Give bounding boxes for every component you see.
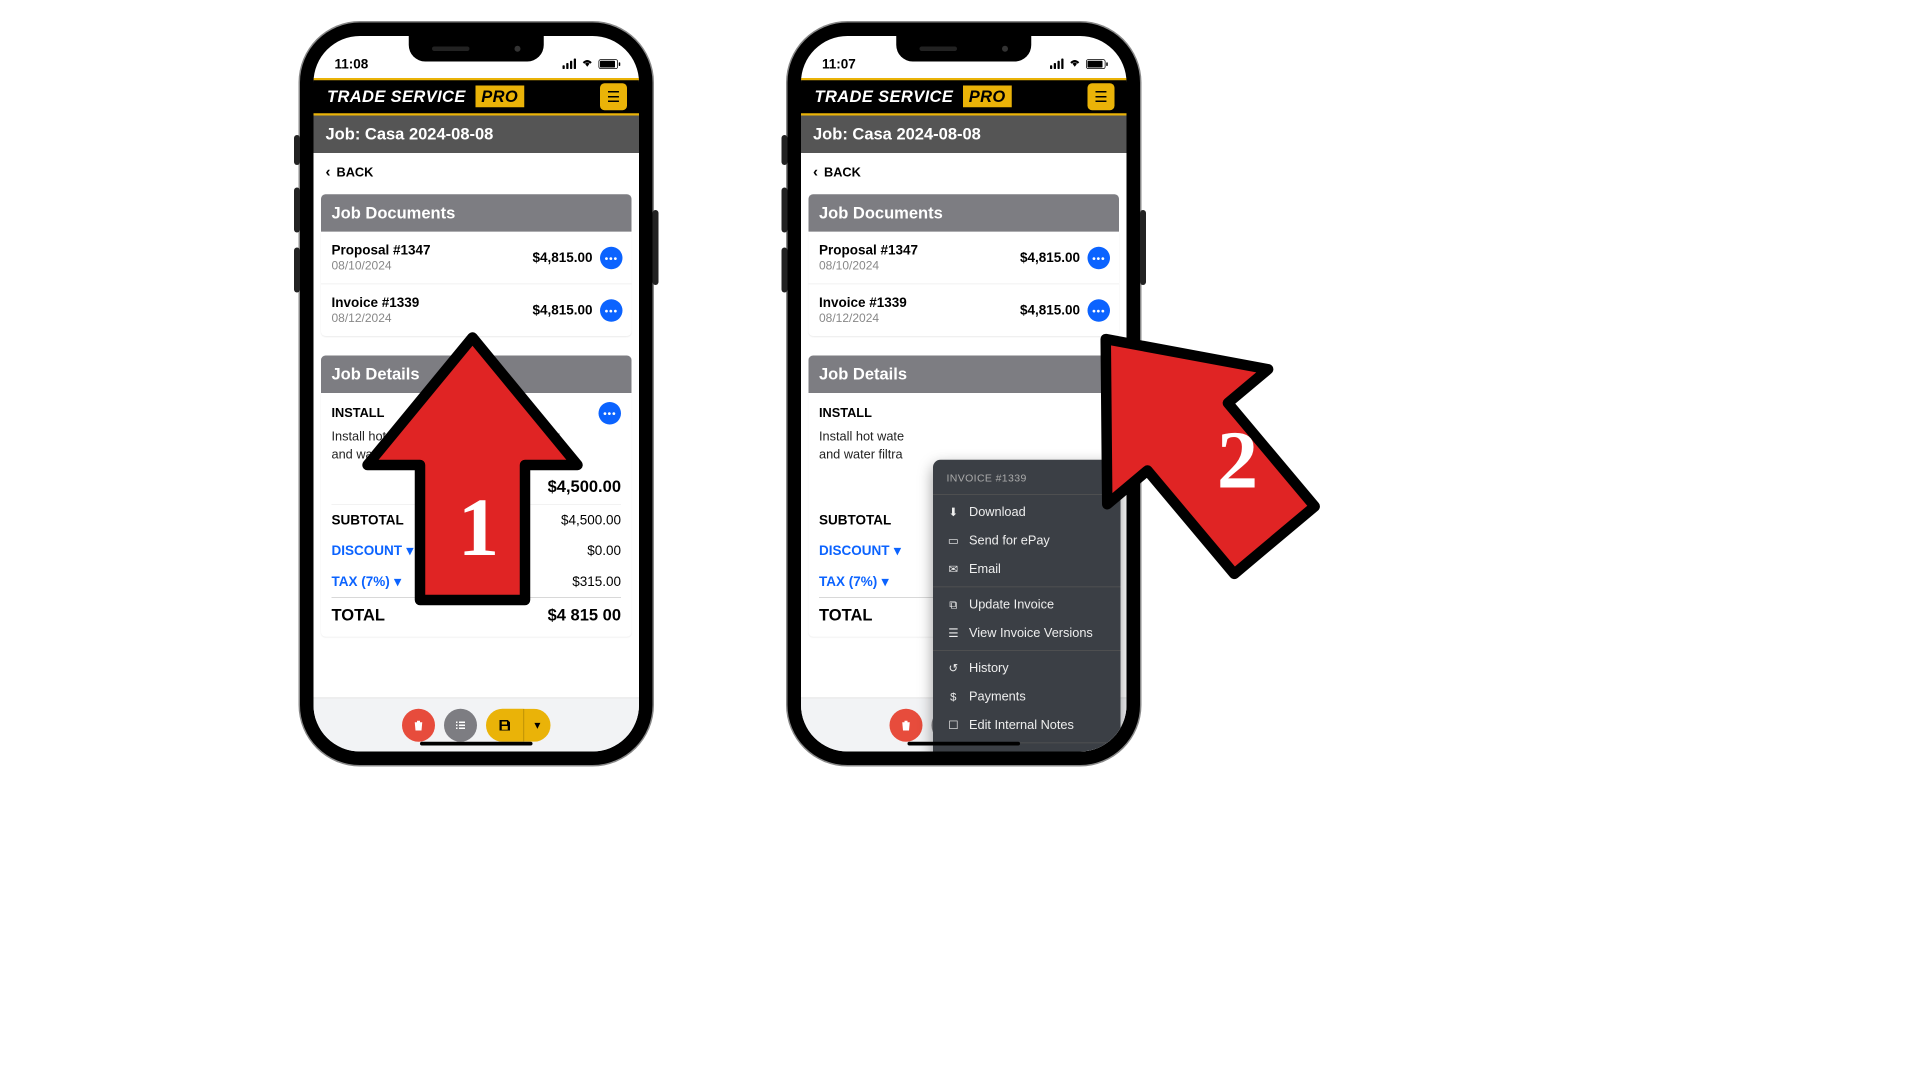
doc-title: Proposal #1347 [819, 242, 1020, 258]
total-label: TOTAL [819, 605, 872, 625]
caret-down-icon: ▾ [534, 717, 540, 732]
wifi-icon [1068, 57, 1082, 71]
doc-date: 08/12/2024 [332, 312, 533, 326]
app-header: TRADE SERVICE PRO ☰ [314, 78, 640, 116]
list-icon [455, 719, 467, 731]
app-header: TRADE SERVICE PRO ☰ [801, 78, 1127, 116]
more-actions-button[interactable]: ••• [600, 299, 623, 322]
caret-down-icon: ▾ [894, 543, 901, 559]
history-icon: ↺ [947, 662, 961, 676]
subtotal-label: SUBTOTAL [819, 512, 891, 528]
doc-title: Invoice #1339 [332, 295, 533, 311]
power-button [1140, 210, 1146, 285]
svg-text:1: 1 [458, 481, 499, 573]
note-icon: ☐ [947, 719, 961, 733]
document-row[interactable]: Proposal #1347 08/10/2024 $4,815.00 ••• [321, 232, 632, 285]
volume-up [782, 188, 788, 233]
more-actions-button[interactable]: ••• [599, 402, 622, 425]
more-actions-button[interactable]: ••• [600, 246, 623, 269]
mail-icon: ✉ [947, 563, 961, 577]
trash-icon [900, 719, 912, 731]
doc-amount: $4,815.00 [1020, 250, 1080, 266]
doc-amount: $4,815.00 [532, 250, 592, 266]
section-header-documents: Job Documents [809, 194, 1120, 232]
phone-notch [409, 36, 544, 62]
doc-title: Proposal #1347 [332, 242, 533, 258]
chevron-left-icon: ‹ [813, 164, 818, 181]
doc-date: 08/10/2024 [819, 260, 1020, 274]
doc-title: Invoice #1339 [819, 295, 1020, 311]
dollar-icon: $ [947, 690, 961, 703]
hamburger-menu-button[interactable]: ☰ [1088, 83, 1115, 110]
status-time: 11:08 [335, 56, 369, 72]
discount-button[interactable]: DISCOUNT ▾ [819, 543, 901, 559]
menu-item-payments[interactable]: $Payments [933, 683, 1121, 712]
document-row[interactable]: Invoice #1339 08/12/2024 $4,815.00 ••• [321, 284, 632, 336]
annotation-arrow-2: 2 [1058, 300, 1328, 589]
wifi-icon [581, 57, 595, 71]
document-list: Proposal #1347 08/10/2024 $4,815.00 ••• … [321, 232, 632, 336]
back-button[interactable]: ‹ BACK [801, 153, 1127, 191]
volume-down [294, 248, 300, 293]
mute-switch [294, 135, 300, 165]
back-button[interactable]: ‹ BACK [314, 153, 640, 191]
chevron-left-icon: ‹ [326, 164, 331, 181]
document-row[interactable]: Proposal #1347 08/10/2024 $4,815.00 ••• [809, 232, 1120, 285]
list-icon: ☰ [947, 626, 961, 640]
hamburger-menu-button[interactable]: ☰ [600, 83, 627, 110]
delete-button[interactable] [890, 708, 923, 741]
job-title-bar: Job: Casa 2024-08-08 [314, 116, 640, 154]
volume-up [294, 188, 300, 233]
more-actions-button[interactable]: ••• [1088, 246, 1111, 269]
copy-icon: ⧉ [947, 598, 961, 611]
tax-button[interactable]: TAX (7%) ▾ [819, 573, 889, 589]
home-indicator [908, 742, 1021, 746]
doc-date: 08/12/2024 [819, 312, 1020, 326]
install-heading: INSTALL [819, 406, 872, 421]
card-icon: ▭ [947, 534, 961, 548]
job-title-bar: Job: Casa 2024-08-08 [801, 116, 1127, 154]
menu-item-view-versions[interactable]: ☰View Invoice Versions [933, 619, 1121, 648]
trash-icon [413, 719, 425, 731]
menu-item-delete[interactable]: 🗑Delete [933, 746, 1121, 751]
doc-amount: $4,815.00 [532, 302, 592, 318]
svg-text:2: 2 [1217, 414, 1258, 506]
list-button[interactable] [444, 708, 477, 741]
menu-separator [933, 650, 1121, 651]
section-header-documents: Job Documents [321, 194, 632, 232]
save-dropdown-button[interactable]: ▾ [524, 708, 551, 741]
home-indicator [420, 742, 533, 746]
caret-down-icon: ▾ [882, 573, 889, 589]
doc-date: 08/10/2024 [332, 260, 533, 274]
save-icon [498, 718, 512, 732]
brand-logo: TRADE SERVICE PRO [815, 87, 1012, 107]
phone-notch [896, 36, 1031, 62]
menu-item-update-invoice[interactable]: ⧉Update Invoice [933, 590, 1121, 619]
status-time: 11:07 [822, 56, 856, 72]
volume-down [782, 248, 788, 293]
mute-switch [782, 135, 788, 165]
delete-button[interactable] [402, 708, 435, 741]
cellular-icon [563, 59, 577, 70]
power-button [653, 210, 659, 285]
battery-icon [599, 59, 619, 69]
save-button[interactable] [486, 708, 524, 741]
brand-logo: TRADE SERVICE PRO [327, 87, 524, 107]
annotation-arrow-1: 1 [353, 330, 593, 619]
download-icon: ⬇ [947, 506, 961, 520]
menu-item-history[interactable]: ↺History [933, 654, 1121, 683]
cellular-icon [1050, 59, 1064, 70]
menu-item-edit-notes[interactable]: ☐Edit Internal Notes [933, 711, 1121, 740]
battery-icon [1086, 59, 1106, 69]
